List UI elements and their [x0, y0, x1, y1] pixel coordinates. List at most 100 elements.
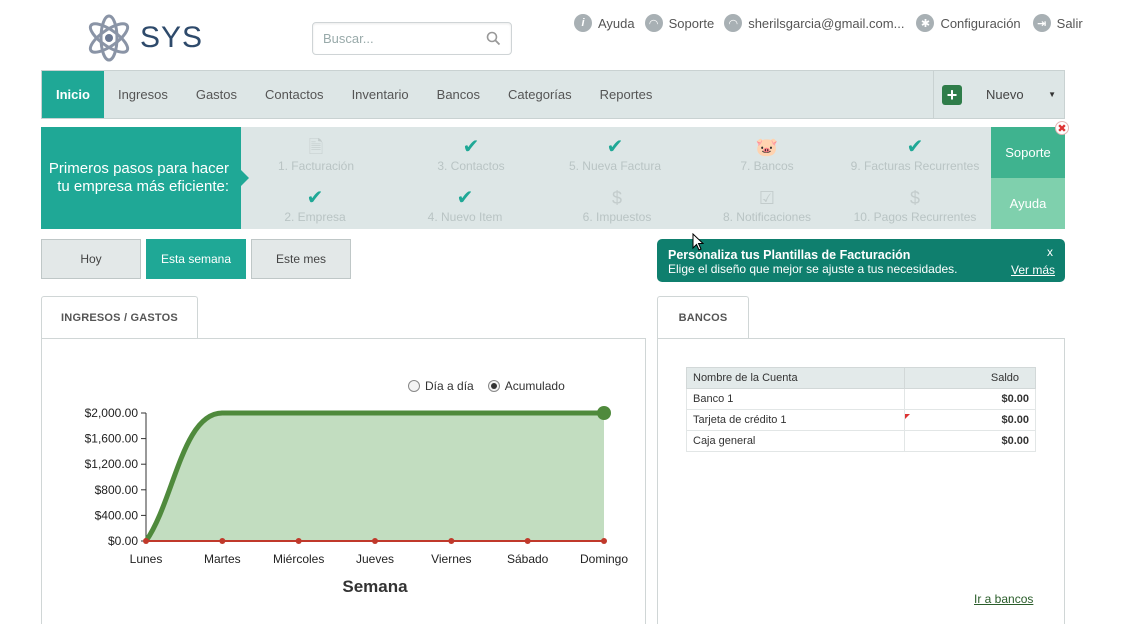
promo-subtitle: Elige el diseño que mejor se ajuste a tu…	[668, 262, 958, 276]
y-tick-label: $400.00	[95, 508, 139, 522]
app-logo[interactable]: SYS	[84, 14, 203, 62]
onboarding-step[interactable]: ✔ 9. Facturas Recurrentes	[840, 135, 990, 173]
nav-item-ingresos[interactable]: Ingresos	[104, 71, 182, 118]
account-name[interactable]: Tarjeta de crédito 1	[686, 409, 905, 431]
mouse-cursor-icon	[692, 233, 704, 251]
new-dropdown-button[interactable]: + Nuevo ▼	[933, 71, 1064, 118]
onboarding-step[interactable]: $ 10. Pagos Recurrentes	[840, 186, 990, 224]
go-to-banks-link[interactable]: Ir a bancos	[974, 592, 1033, 606]
onboarding-title: Primeros pasos para hacer tu empresa más…	[41, 127, 249, 229]
x-tick-label: Domingo	[580, 552, 628, 566]
onboarding-step[interactable]: ✔ 3. Contactos	[396, 135, 546, 173]
user-email: sherilsgarcia@gmail.com...	[748, 15, 905, 31]
new-label: Nuevo	[986, 87, 1024, 102]
support-button[interactable]: Soporte	[991, 127, 1065, 178]
step-label: 9. Facturas Recurrentes	[850, 159, 980, 173]
money-bag-icon: $	[909, 188, 920, 208]
logout-icon: ⇥	[1032, 14, 1051, 32]
support-link[interactable]: ◠ Soporte	[644, 14, 714, 32]
help-link[interactable]: i Ayuda	[574, 14, 635, 32]
cell-flag-icon	[905, 414, 910, 419]
expense-point	[601, 538, 607, 544]
y-tick-label: $2,000.00	[85, 406, 139, 420]
step-label: 3. Contactos	[437, 159, 505, 173]
banks-panel: Nombre de la Cuenta Saldo Banco 1 $0.00 …	[657, 338, 1065, 624]
income-point	[448, 410, 454, 416]
account-name[interactable]: Caja general	[686, 430, 905, 452]
promo-title: Personaliza tus Plantillas de Facturació…	[668, 248, 911, 262]
expense-point	[295, 538, 302, 544]
top-header: SYS i Ayuda ◠ Soporte ◠ sherilsgarcia@gm…	[0, 0, 1124, 70]
caret-down-icon: ▼	[1048, 90, 1056, 99]
logout-link[interactable]: ⇥ Salir	[1032, 14, 1083, 32]
y-tick-label: $1,600.00	[85, 432, 139, 446]
x-tick-label: Viernes	[431, 552, 471, 566]
income-expenses-panel: Día a día Acumulado $0.00 $400.00 $800.00 $…	[41, 338, 646, 624]
y-tick-label: $800.00	[95, 483, 139, 497]
nav-item-contactos[interactable]: Contactos	[251, 71, 338, 118]
expense-point	[372, 538, 378, 544]
income-point	[372, 410, 378, 416]
account-name[interactable]: Banco 1	[686, 388, 905, 410]
checkmark-icon: ✔	[606, 136, 624, 158]
nav-item-gastos[interactable]: Gastos	[182, 71, 251, 118]
y-tick-label: $1,200.00	[85, 457, 139, 471]
income-point	[219, 410, 225, 416]
settings-link[interactable]: ✱ Configuración	[916, 14, 1021, 32]
search-box	[312, 22, 512, 55]
nav-item-bancos[interactable]: Bancos	[423, 71, 494, 118]
income-point	[525, 410, 531, 416]
x-axis-label: Semana	[342, 577, 408, 596]
table-row[interactable]: Banco 1 $0.00	[686, 388, 1036, 410]
promo-see-more-link[interactable]: Ver más	[1011, 263, 1055, 277]
user-account-link[interactable]: ◠ sherilsgarcia@gmail.com...	[724, 14, 904, 32]
nav-item-categorias[interactable]: Categorías	[494, 71, 586, 118]
step-label: 4. Nuevo Item	[427, 210, 503, 224]
search-icon[interactable]	[486, 31, 501, 46]
step-label: 7. Bancos	[740, 159, 794, 173]
checkmark-icon: ✔	[456, 187, 474, 209]
expense-point	[219, 538, 226, 544]
table-row[interactable]: Caja general $0.00	[686, 430, 1036, 452]
expense-point	[524, 538, 531, 544]
nav-item-inicio[interactable]: Inicio	[42, 71, 104, 118]
step-label: 10. Pagos Recurrentes	[853, 210, 977, 224]
account-balance: $0.00	[904, 430, 1036, 452]
x-tick-label: Miércoles	[273, 552, 324, 566]
logo-text: SYS	[140, 21, 204, 54]
table-row[interactable]: Tarjeta de crédito 1 $0.00	[686, 409, 1036, 431]
x-tick-label: Lunes	[130, 552, 163, 566]
onboarding-step[interactable]: 🗎 1. Facturación	[241, 135, 391, 173]
step-label: 6. Impuestos	[582, 210, 652, 224]
close-icon[interactable]: ✖	[1055, 121, 1069, 135]
logout-link-label: Salir	[1056, 15, 1083, 31]
user-icon: ◠	[724, 14, 743, 32]
help-button[interactable]: Ayuda	[991, 178, 1065, 229]
onboarding-step[interactable]: $ 6. Impuestos	[542, 186, 692, 224]
account-balance: $0.00	[904, 388, 1036, 410]
x-tick-label: Sábado	[507, 552, 549, 566]
support-icon: ◠	[644, 14, 663, 32]
step-label: 8. Notificaciones	[722, 210, 812, 224]
onboarding-step[interactable]: 🐷 7. Bancos	[692, 135, 842, 173]
nav-item-reportes[interactable]: Reportes	[586, 71, 667, 118]
period-this-month-button[interactable]: Este mes	[251, 239, 351, 279]
banks-table: Nombre de la Cuenta Saldo Banco 1 $0.00 …	[686, 367, 1036, 452]
promo-banner: Personaliza tus Plantillas de Facturació…	[657, 239, 1065, 282]
onboarding-step[interactable]: ✔ 4. Nuevo Item	[390, 186, 540, 224]
settings-link-label: Configuración	[940, 15, 1021, 31]
nav-item-inventario[interactable]: Inventario	[338, 71, 423, 118]
onboarding-step[interactable]: ☑ 8. Notificaciones	[692, 186, 842, 224]
tab-income-expenses[interactable]: INGRESOS / GASTOS	[41, 296, 198, 339]
period-today-button[interactable]: Hoy	[41, 239, 141, 279]
tab-banks[interactable]: BANCOS	[657, 296, 749, 339]
search-input[interactable]	[313, 23, 473, 54]
expense-point	[448, 538, 455, 544]
onboarding-step[interactable]: ✔ 5. Nueva Factura	[540, 135, 690, 173]
info-icon: i	[574, 14, 592, 32]
x-tick-label: Martes	[204, 552, 241, 566]
onboarding-step[interactable]: ✔ 2. Empresa	[240, 186, 390, 224]
period-this-week-button[interactable]: Esta semana	[146, 239, 246, 279]
income-point	[597, 406, 611, 420]
promo-close-button[interactable]: x	[1047, 245, 1053, 259]
